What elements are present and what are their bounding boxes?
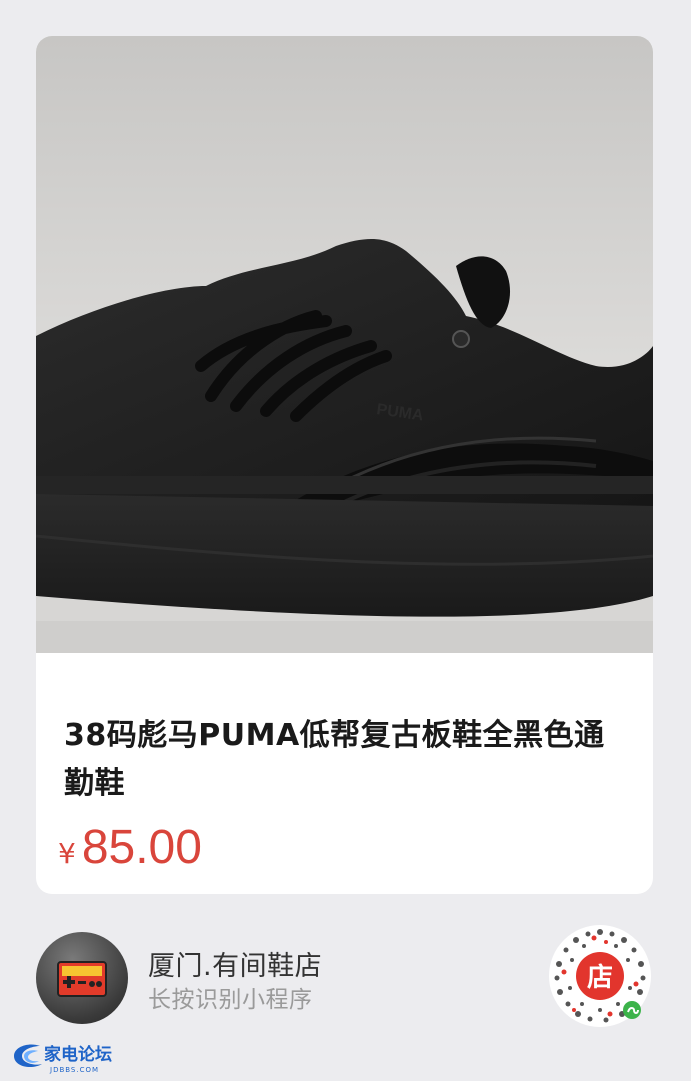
price-currency: ¥ xyxy=(58,837,76,870)
price-amount: 85.00 xyxy=(81,821,202,874)
product-price: ¥ 85.00 xyxy=(58,820,202,875)
shop-name[interactable]: 厦门.有间鞋店 xyxy=(148,944,322,983)
mini-program-qr-code[interactable]: 店 xyxy=(548,924,652,1028)
product-title: 38码彪马PUMA低帮复古板鞋全黑色通勤鞋 xyxy=(64,718,605,801)
shop-hint: 长按识别小程序 xyxy=(148,987,313,1013)
watermark-domain: JDBBS.COM xyxy=(49,1066,99,1074)
game-controller-icon xyxy=(57,961,107,997)
watermark-name: 家电论坛 xyxy=(44,1044,112,1065)
shop-avatar[interactable] xyxy=(36,932,128,1024)
product-card[interactable]: PUMA 38码彪马PUMA低帮复古板鞋全黑色通勤鞋 ¥ 85.00 xyxy=(36,36,653,894)
forum-watermark: 家电论坛 JDBBS.COM xyxy=(14,1044,112,1074)
qr-center-text: 店 xyxy=(587,963,613,993)
product-image: PUMA xyxy=(36,36,653,653)
